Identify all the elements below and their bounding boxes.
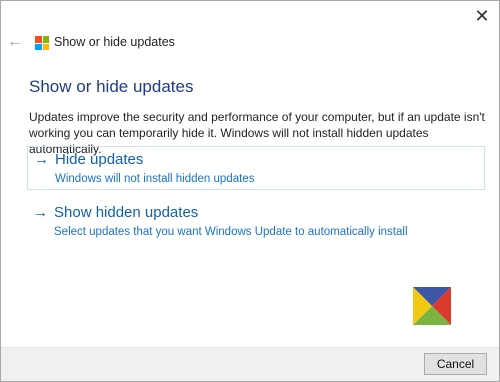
troubleshooter-logo-icon [413,287,451,325]
page-heading: Show or hide updates [29,77,194,96]
close-icon[interactable]: ✕ [471,5,493,27]
arrow-right-icon: → [34,151,49,168]
show-hidden-updates-label: Show hidden updates [54,204,199,221]
footer-bar: Cancel [1,347,499,381]
back-arrow-icon[interactable]: ← [7,33,23,51]
show-hidden-updates-subtitle: Select updates that you want Windows Upd… [54,226,408,238]
window-title: Show or hide updates [54,35,175,49]
hide-updates-title: → Hide updates [34,151,143,168]
show-hidden-updates-title: → Show hidden updates [33,204,198,221]
title-bar: ← Show or hide updates [1,29,499,57]
hide-updates-subtitle: Windows will not install hidden updates [55,173,255,185]
hide-updates-label: Hide updates [55,151,144,168]
arrow-right-icon: → [33,204,48,221]
dialog-window: ✕ ← Show or hide updates Show or hide up… [0,0,500,382]
cancel-button[interactable]: Cancel [424,353,487,375]
hide-updates-option[interactable]: → Hide updates Windows will not install h… [27,146,485,190]
windows-logo-icon [35,36,49,50]
show-hidden-updates-option[interactable]: → Show hidden updates Select updates that… [27,200,485,244]
